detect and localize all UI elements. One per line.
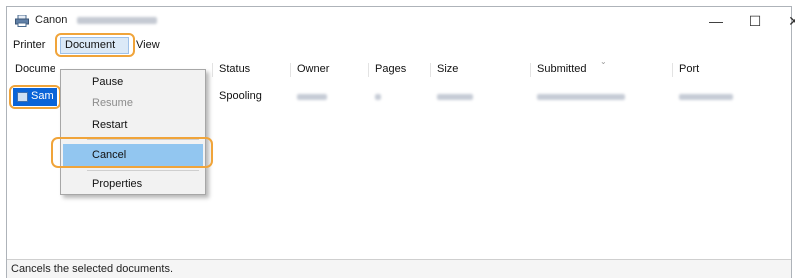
column-pages[interactable]: Pages	[375, 63, 406, 75]
sort-arrow-icon: ⌄	[600, 57, 607, 66]
menu-item-properties[interactable]: Properties	[63, 173, 203, 195]
column-status[interactable]: Status	[219, 63, 250, 75]
row-port-blurred	[679, 94, 733, 100]
column-divider	[430, 63, 431, 77]
document-menu-dropdown: Pause Resume Restart Cancel Properties	[60, 69, 206, 195]
column-divider	[368, 63, 369, 77]
column-size[interactable]: Size	[437, 63, 458, 75]
menu-separator	[87, 170, 199, 171]
menu-item-resume: Resume	[92, 97, 133, 109]
menu-printer[interactable]: Printer	[9, 37, 55, 54]
menu-view[interactable]: View	[132, 37, 164, 54]
column-divider	[290, 63, 291, 77]
row-size-blurred	[437, 94, 473, 100]
close-button[interactable]: ✕	[774, 9, 795, 33]
column-divider	[672, 63, 673, 77]
column-port[interactable]: Port	[679, 63, 699, 75]
selected-row-highlight	[9, 85, 61, 109]
status-text: Cancels the selected documents.	[11, 263, 174, 275]
title-bar: Canon — ☐ ✕	[7, 7, 795, 35]
window-title: Canon	[35, 14, 68, 26]
minimize-button[interactable]: —	[696, 9, 736, 33]
window-title-blurred-model	[77, 17, 157, 24]
column-owner[interactable]: Owner	[297, 63, 329, 75]
column-submitted[interactable]: Submitted	[537, 63, 587, 75]
document-menu-highlight	[55, 33, 135, 57]
row-status: Spooling	[219, 90, 262, 102]
status-bar: Cancels the selected documents.	[7, 259, 791, 278]
column-divider	[530, 63, 531, 77]
maximize-button[interactable]: ☐	[735, 9, 775, 33]
menu-item-pause[interactable]: Pause	[63, 71, 203, 93]
row-owner-blurred	[297, 94, 327, 100]
menu-item-restart[interactable]: Restart	[63, 114, 203, 136]
printer-icon	[15, 15, 29, 27]
column-document-name[interactable]: Document Name	[15, 63, 55, 75]
print-queue-window: Canon — ☐ ✕ Printer Document View Docume…	[6, 6, 795, 278]
cancel-item-highlight	[51, 137, 213, 168]
column-divider	[212, 63, 213, 77]
row-pages-blurred	[375, 94, 381, 100]
row-submitted-blurred	[537, 94, 625, 100]
